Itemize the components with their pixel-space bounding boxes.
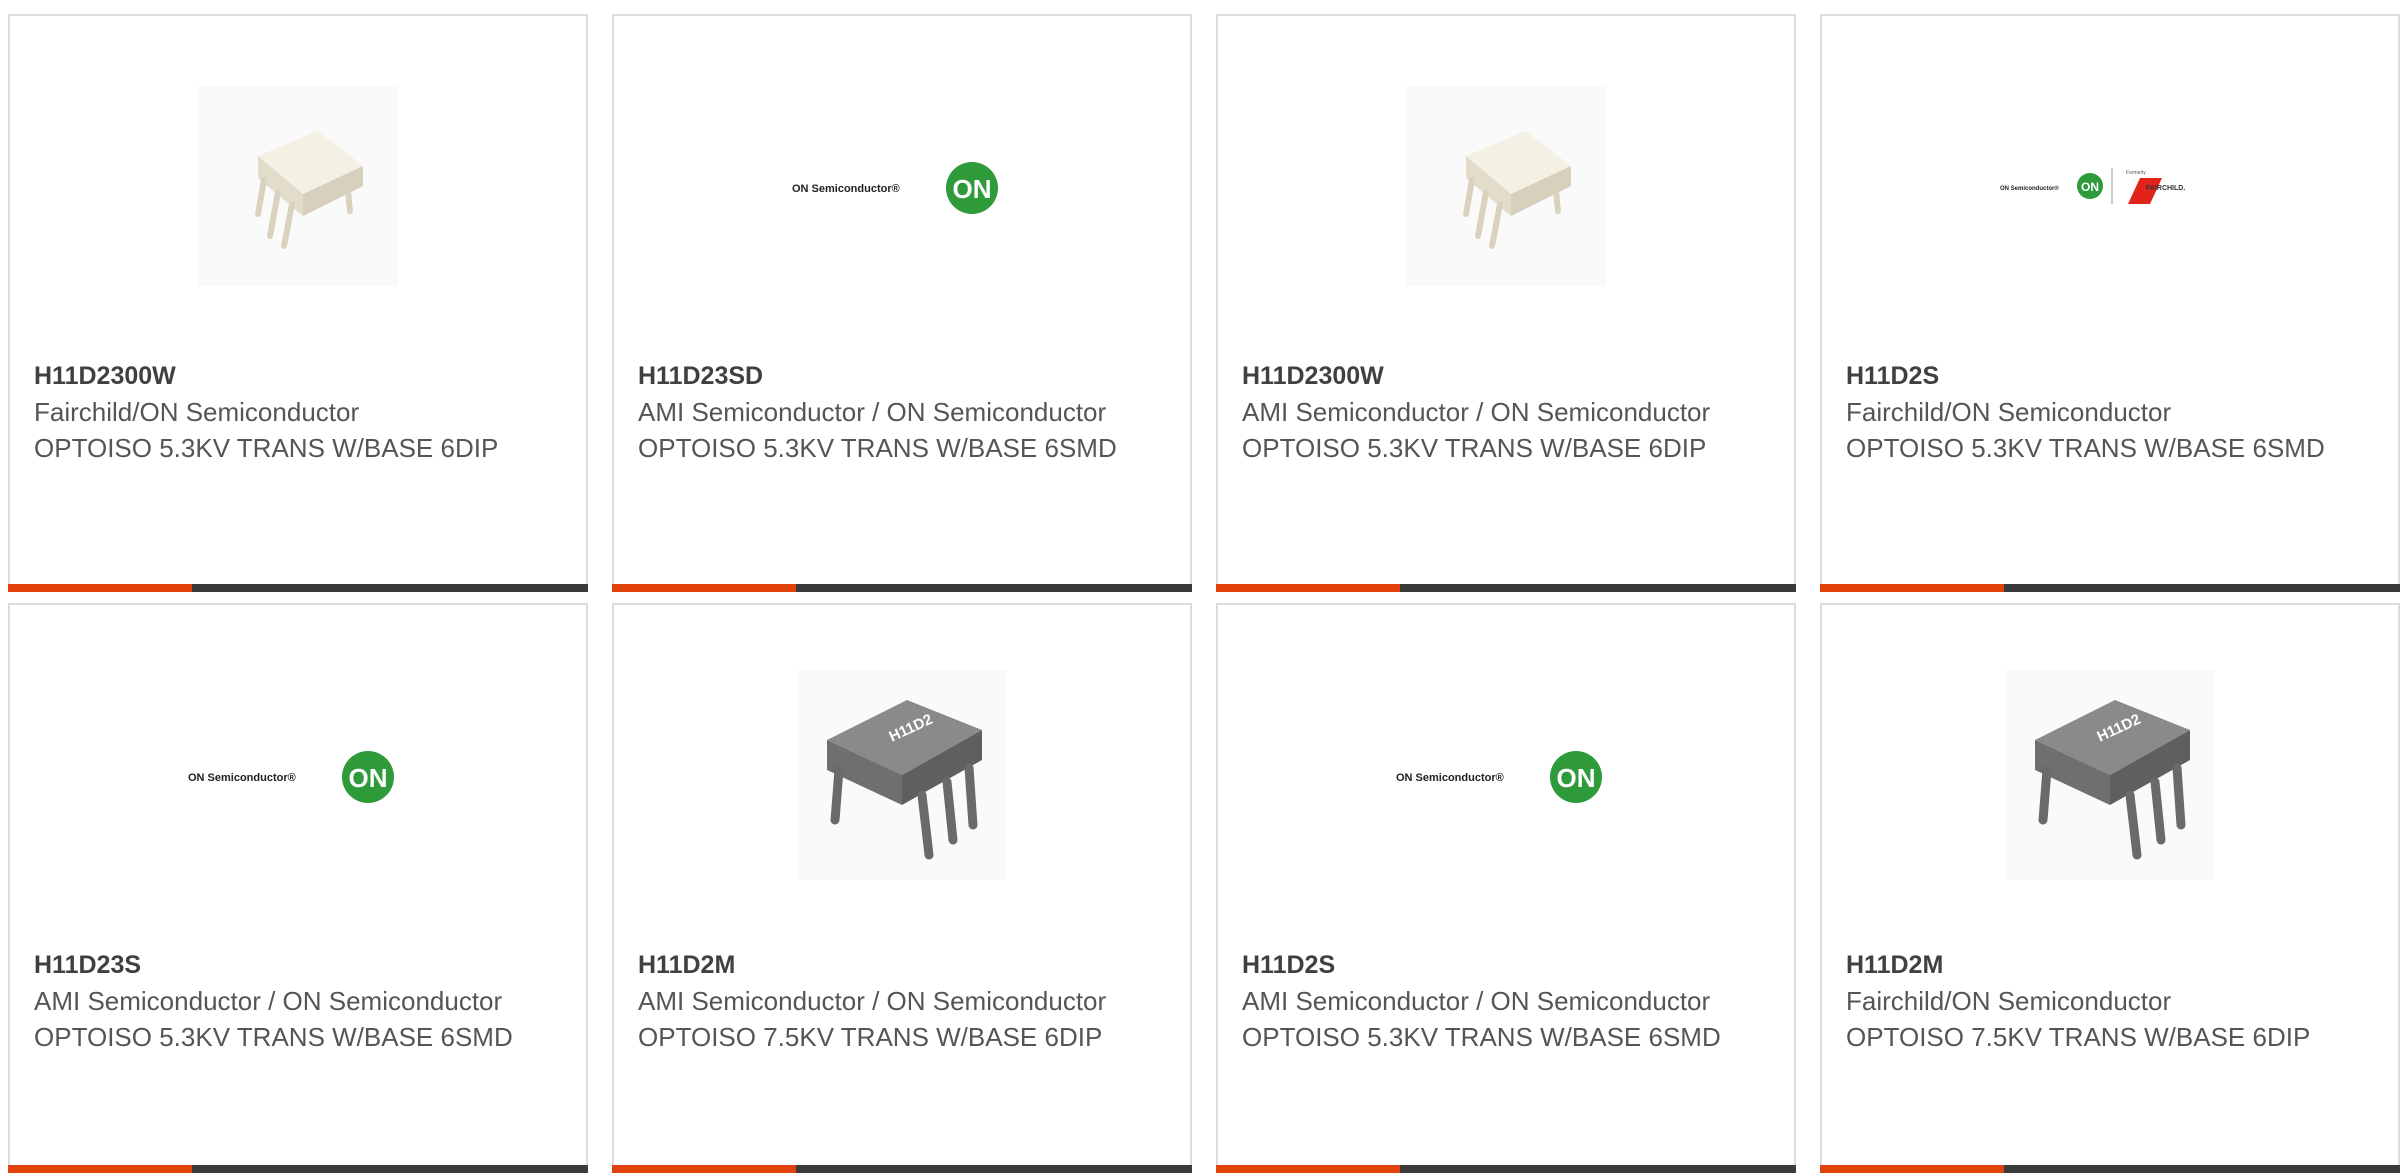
- card-bottom-bar: [612, 1165, 1192, 1173]
- card-bottom-bar: [1820, 1165, 2400, 1173]
- logo-text: ON Semiconductor®: [188, 772, 296, 784]
- card-bottom-bar: [8, 584, 588, 592]
- logo-fairchild: FAIRCHILD.: [2146, 185, 2185, 192]
- logo-badge: ON: [1557, 763, 1596, 793]
- part-number[interactable]: H11D2M: [638, 947, 1166, 983]
- manufacturer: AMI Semiconductor / ON Semiconductor: [1242, 397, 1711, 427]
- product-card[interactable]: H11D2300W AMI Semiconductor / ON Semicon…: [1216, 14, 1796, 592]
- description: OPTOISO 5.3KV TRANS W/BASE 6SMD: [1242, 1022, 1721, 1052]
- part-number[interactable]: H11D23SD: [638, 358, 1166, 394]
- product-card[interactable]: ON Semiconductor® ON Formerly FAIRCHILD.…: [1820, 14, 2400, 592]
- product-image[interactable]: H11D2: [614, 605, 1190, 945]
- logo-badge: ON: [2081, 180, 2099, 194]
- logo-text: ON Semiconductor®: [1396, 772, 1504, 784]
- manufacturer: AMI Semiconductor / ON Semiconductor: [638, 986, 1107, 1016]
- manufacturer: Fairchild/ON Semiconductor: [1846, 986, 2172, 1016]
- product-image[interactable]: ON Semiconductor® ON: [1218, 605, 1794, 945]
- card-bottom-bar: [1216, 1165, 1796, 1173]
- description: OPTOISO 5.3KV TRANS W/BASE 6DIP: [34, 433, 499, 463]
- white-dip-chip-icon: [198, 86, 398, 286]
- card-bottom-bar: [612, 584, 1192, 592]
- gray-dip-chip-icon: H11D2: [797, 670, 1007, 880]
- gray-dip-chip-icon: H11D2: [2005, 670, 2215, 880]
- part-number[interactable]: H11D2300W: [1242, 358, 1770, 394]
- product-card[interactable]: H11D2 H11D2M AMI Semiconductor / ON Semi…: [612, 603, 1192, 1173]
- part-number[interactable]: H11D2S: [1242, 947, 1770, 983]
- on-semiconductor-logo: ON Semiconductor® ON: [1396, 751, 1602, 803]
- logo-formerly: Formerly: [2126, 170, 2146, 176]
- manufacturer: AMI Semiconductor / ON Semiconductor: [638, 397, 1107, 427]
- product-card[interactable]: H11D2300W Fairchild/ON Semiconductor OPT…: [8, 14, 588, 592]
- product-card[interactable]: ON Semiconductor® ON H11D23SD AMI Semico…: [612, 14, 1192, 592]
- description: OPTOISO 5.3KV TRANS W/BASE 6SMD: [1846, 433, 2325, 463]
- on-fairchild-logo: ON Semiconductor® ON Formerly FAIRCHILD.: [2000, 168, 2185, 204]
- card-bottom-bar: [1216, 584, 1796, 592]
- product-image[interactable]: ON Semiconductor® ON: [10, 605, 586, 945]
- manufacturer: Fairchild/ON Semiconductor: [1846, 397, 2172, 427]
- part-number[interactable]: H11D2300W: [34, 358, 562, 394]
- manufacturer: Fairchild/ON Semiconductor: [34, 397, 360, 427]
- description: OPTOISO 7.5KV TRANS W/BASE 6DIP: [638, 1022, 1103, 1052]
- description: OPTOISO 7.5KV TRANS W/BASE 6DIP: [1846, 1022, 2311, 1052]
- card-bottom-bar: [8, 1165, 588, 1173]
- part-number[interactable]: H11D2S: [1846, 358, 2374, 394]
- card-bottom-bar: [1820, 584, 2400, 592]
- part-number[interactable]: H11D2M: [1846, 947, 2374, 983]
- logo-text: ON Semiconductor®: [792, 183, 900, 195]
- description: OPTOISO 5.3KV TRANS W/BASE 6DIP: [1242, 433, 1707, 463]
- product-image[interactable]: ON Semiconductor® ON Formerly FAIRCHILD.: [1822, 16, 2398, 356]
- product-image[interactable]: [10, 16, 586, 356]
- description: OPTOISO 5.3KV TRANS W/BASE 6SMD: [638, 433, 1117, 463]
- on-semiconductor-logo: ON Semiconductor® ON: [188, 751, 394, 803]
- logo-badge: ON: [953, 174, 992, 204]
- product-image[interactable]: [1218, 16, 1794, 356]
- logo-text: ON Semiconductor®: [2000, 185, 2059, 192]
- manufacturer: AMI Semiconductor / ON Semiconductor: [34, 986, 503, 1016]
- product-grid: H11D2300W Fairchild/ON Semiconductor OPT…: [0, 0, 2400, 1173]
- part-number[interactable]: H11D23S: [34, 947, 562, 983]
- product-image[interactable]: ON Semiconductor® ON: [614, 16, 1190, 356]
- manufacturer: AMI Semiconductor / ON Semiconductor: [1242, 986, 1711, 1016]
- white-dip-chip-icon: [1406, 86, 1606, 286]
- product-card[interactable]: ON Semiconductor® ON H11D23S AMI Semicon…: [8, 603, 588, 1173]
- on-semiconductor-logo: ON Semiconductor® ON: [792, 162, 998, 214]
- product-image[interactable]: H11D2: [1822, 605, 2398, 945]
- logo-badge: ON: [349, 763, 388, 793]
- product-card[interactable]: H11D2 H11D2M Fairchild/ON Semiconductor …: [1820, 603, 2400, 1173]
- product-card[interactable]: ON Semiconductor® ON H11D2S AMI Semicond…: [1216, 603, 1796, 1173]
- description: OPTOISO 5.3KV TRANS W/BASE 6SMD: [34, 1022, 513, 1052]
